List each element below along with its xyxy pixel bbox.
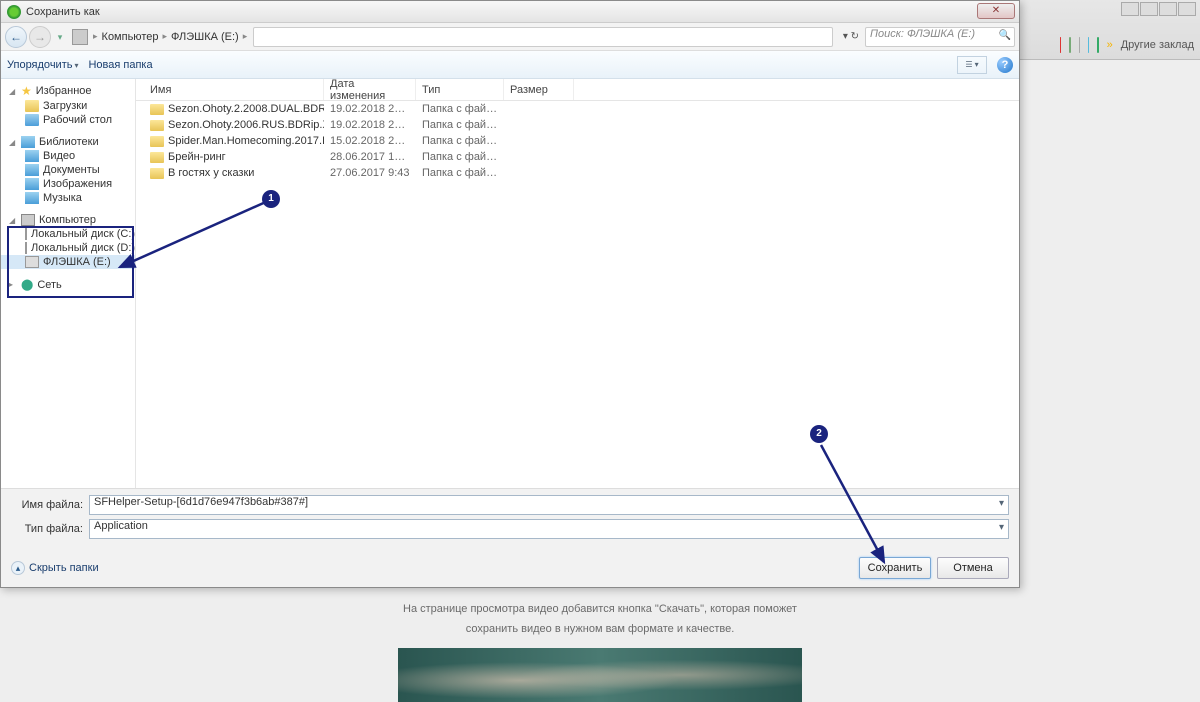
tree-item-downloads[interactable]: Загрузки <box>1 99 135 113</box>
app-icon <box>7 5 21 19</box>
view-mode-dropdown[interactable]: ☰▾ <box>957 56 987 74</box>
dialog-title: Сохранить как <box>26 6 100 18</box>
tree-item-music[interactable]: Музыка <box>1 191 135 205</box>
search-input[interactable]: Поиск: ФЛЭШКА (E:) <box>865 27 1015 47</box>
page-caption: На странице просмотра видео добавится кн… <box>0 598 1200 637</box>
navbar: ← → ▾ ▸Компьютер ▸ФЛЭШКА (E:) ▸ ▾ ↻ Поис… <box>1 23 1019 51</box>
annotation-2: 2 <box>810 425 828 443</box>
nav-tree: ◢★Избранное Загрузки Рабочий стол ◢Библи… <box>1 79 136 488</box>
breadcrumb[interactable]: ▸Компьютер ▸ФЛЭШКА (E:) ▸ <box>93 31 247 43</box>
filetype-select[interactable]: Application <box>89 519 1009 539</box>
new-folder-button[interactable]: Новая папка <box>88 59 152 71</box>
tree-computer[interactable]: ◢Компьютер <box>1 213 135 227</box>
filename-input[interactable]: SFHelper-Setup-[6d1d76e947f3b6ab#387#] <box>89 495 1009 515</box>
close-button[interactable]: ✕ <box>977 3 1015 19</box>
ext-icon[interactable] <box>1088 37 1089 53</box>
tree-item-disk-c[interactable]: Локальный диск (C:) <box>1 227 135 241</box>
table-row[interactable]: Sezon.Ohoty.2006.RUS.BDRip.XviD.AC3.-...… <box>136 117 1019 133</box>
toolbar: Упорядочить▾ Новая папка ☰▾ ? <box>1 51 1019 79</box>
tree-item-disk-d[interactable]: Локальный диск (D:) <box>1 241 135 255</box>
filetype-label: Тип файла: <box>11 523 89 535</box>
crumb-computer[interactable]: Компьютер <box>102 31 159 43</box>
bookmark-bar: » Другие заклад <box>1060 34 1194 56</box>
col-size[interactable]: Размер <box>504 79 574 100</box>
device-icon <box>72 29 88 45</box>
filename-label: Имя файла: <box>11 499 89 511</box>
abp-icon[interactable] <box>1060 37 1061 53</box>
folder-icon <box>150 120 164 131</box>
tree-libraries[interactable]: ◢Библиотеки <box>1 135 135 149</box>
annotation-1: 1 <box>262 190 280 208</box>
col-name[interactable]: Имя <box>144 79 324 100</box>
column-headers[interactable]: Имя Дата изменения Тип Размер <box>136 79 1019 101</box>
folder-icon <box>150 136 164 147</box>
col-date[interactable]: Дата изменения <box>324 79 416 100</box>
table-row[interactable]: Sezon.Ohoty.2.2008.DUAL.BDRip.RERip.X...… <box>136 101 1019 117</box>
tree-item-documents[interactable]: Документы <box>1 163 135 177</box>
hide-folders-link[interactable]: ▴Скрыть папки <box>11 561 99 575</box>
save-button[interactable]: Сохранить <box>859 557 931 579</box>
organize-menu[interactable]: Упорядочить▾ <box>7 59 78 71</box>
col-type[interactable]: Тип <box>416 79 504 100</box>
table-row[interactable]: В гостях у сказки27.06.2017 9:43Папка с … <box>136 165 1019 181</box>
save-as-dialog: Сохранить как ✕ ← → ▾ ▸Компьютер ▸ФЛЭШКА… <box>0 0 1020 588</box>
tree-favorites[interactable]: ◢★Избранное <box>1 83 135 99</box>
folder-icon <box>150 168 164 179</box>
file-pane: Имя Дата изменения Тип Размер Sezon.Ohot… <box>136 79 1019 488</box>
other-bookmarks[interactable]: Другие заклад <box>1121 39 1194 51</box>
folder-icon <box>150 104 164 115</box>
tree-item-desktop[interactable]: Рабочий стол <box>1 113 135 127</box>
address-bar[interactable] <box>253 27 833 47</box>
ext-icon[interactable] <box>1079 37 1080 53</box>
bottom-bar: Имя файла: SFHelper-Setup-[6d1d76e947f3b… <box>1 488 1019 587</box>
video-thumbnail[interactable] <box>398 648 802 702</box>
folder-icon <box>150 152 164 163</box>
tree-network[interactable]: ▸⬤Сеть <box>1 277 135 292</box>
tree-item-videos[interactable]: Видео <box>1 149 135 163</box>
tree-item-pictures[interactable]: Изображения <box>1 177 135 191</box>
table-row[interactable]: Брейн-ринг28.06.2017 15:14Папка с файлам… <box>136 149 1019 165</box>
crumb-drive[interactable]: ФЛЭШКА (E:) <box>171 31 239 43</box>
titlebar: Сохранить как ✕ <box>1 1 1019 23</box>
forward-button[interactable]: → <box>29 26 51 48</box>
help-button[interactable]: ? <box>997 57 1013 73</box>
nav-history-dropdown[interactable]: ▾ <box>53 26 67 48</box>
back-button[interactable]: ← <box>5 26 27 48</box>
tree-item-flash-e[interactable]: ФЛЭШКА (E:) <box>1 255 135 269</box>
file-list[interactable]: Sezon.Ohoty.2.2008.DUAL.BDRip.RERip.X...… <box>136 101 1019 488</box>
cancel-button[interactable]: Отмена <box>937 557 1009 579</box>
ext-icon[interactable] <box>1069 37 1070 53</box>
refresh-icon[interactable]: ▾ ↻ <box>839 31 863 42</box>
table-row[interactable]: Spider.Man.Homecoming.2017.BDRip.1.4...1… <box>136 133 1019 149</box>
ext-icon[interactable] <box>1097 37 1098 53</box>
window-controls[interactable] <box>1121 2 1196 16</box>
